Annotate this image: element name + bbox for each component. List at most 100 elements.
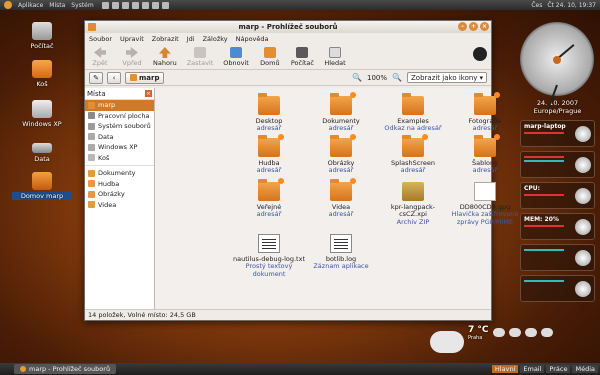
file-item-desktop[interactable]: Desktop adresář: [233, 93, 305, 133]
search-button[interactable]: Hledat: [324, 47, 346, 67]
file-type: Záznam aplikace: [313, 262, 369, 271]
workspace-main[interactable]: Hlavní: [491, 365, 519, 373]
file-view[interactable]: Desktop adresář Dokumenty adresář Exampl…: [155, 88, 518, 309]
maximize-button[interactable]: +: [469, 22, 478, 31]
emblem-icon: [494, 134, 500, 140]
desktop-icon-label: Počítač: [30, 42, 54, 50]
menu-view[interactable]: Zobrazit: [152, 35, 179, 43]
bottom-panel: marp - Prohlížeč souborů Hlavní Email Pr…: [0, 363, 600, 375]
panel-clock[interactable]: Čt 24. 10, 19:37: [547, 2, 596, 9]
view-mode-select[interactable]: Zobrazit jako ikony ▾: [407, 72, 487, 83]
network-icon: [575, 249, 591, 266]
drive-icon: [32, 100, 52, 118]
launcher-browser-icon[interactable]: [101, 1, 109, 9]
file-type: adresář: [328, 124, 354, 133]
zoom-in-icon[interactable]: 🔍: [392, 73, 402, 82]
menu-bookmarks[interactable]: Záložky: [203, 35, 228, 43]
workspace-email[interactable]: Email: [520, 365, 545, 373]
keyboard-layout[interactable]: Čes: [531, 2, 542, 9]
file-manager-icon: [20, 366, 26, 372]
sidebar-item-videos[interactable]: Videa: [85, 200, 154, 211]
forward-button[interactable]: Vpřed: [121, 47, 143, 67]
launcher-office-icon[interactable]: [131, 1, 139, 9]
sidebar-item-trash[interactable]: Koš: [85, 153, 154, 164]
file-item-dokumenty[interactable]: Dokumenty adresář: [305, 92, 377, 133]
desktop-icon-computer[interactable]: Počítač: [12, 22, 72, 50]
crumb-left-button[interactable]: ‹: [107, 71, 121, 84]
up-button[interactable]: Nahoru: [153, 47, 177, 67]
timezone-text: Europe/Prague: [533, 107, 582, 116]
workspace-work[interactable]: Práce: [546, 365, 571, 373]
sidebar-item-marp[interactable]: marp: [85, 100, 154, 111]
sidebar-item-label: Obrázky: [98, 190, 125, 199]
sidebar-item-documents[interactable]: Dokumenty: [85, 168, 154, 179]
menu-places[interactable]: Místa: [49, 2, 65, 9]
sidebar-item-pictures[interactable]: Obrázky: [85, 189, 154, 200]
titlebar[interactable]: marp - Prohlížeč souborů – + ×: [85, 21, 491, 33]
file-item-fotografie[interactable]: Fotografie adresář: [449, 92, 521, 133]
breadcrumb-home[interactable]: marp: [125, 71, 165, 84]
close-sidebar-icon[interactable]: ×: [145, 90, 152, 97]
usage-bar: [524, 193, 565, 196]
launcher-chat-icon[interactable]: [151, 1, 159, 9]
menu-file[interactable]: Soubor: [89, 35, 112, 43]
file-name: kpr-langpack-csCZ.xpi: [390, 203, 436, 219]
memory-icon: [575, 218, 591, 235]
ubuntu-logo-icon[interactable]: [4, 1, 12, 9]
file-type: Odkaz na adresář: [384, 124, 442, 133]
desktop-icon-trash[interactable]: Koš: [12, 60, 72, 88]
sidebar-header[interactable]: Místa ×: [85, 88, 154, 100]
file-item-hudba[interactable]: Hudba adresář: [233, 134, 305, 175]
file-item-videa[interactable]: Videa adresář: [305, 178, 377, 219]
desktop-icon-windows-xp[interactable]: Windows XP: [12, 100, 72, 128]
date-widget: 24. 10. 2007 Europe/Prague: [520, 99, 595, 116]
menu-go[interactable]: Jdi: [187, 35, 195, 43]
menu-system[interactable]: Systém: [71, 2, 93, 9]
emblem-icon: [422, 134, 428, 140]
launcher-editor-icon[interactable]: [141, 1, 149, 9]
file-item-verejne[interactable]: Veřejné adresář: [233, 178, 305, 219]
home-button[interactable]: Domů: [259, 47, 281, 67]
file-type: Prostý textový dokument: [245, 262, 293, 278]
file-item-examples[interactable]: Examples Odkaz na adresář: [377, 93, 449, 133]
sidebar-item-music[interactable]: Hudba: [85, 179, 154, 190]
stop-button[interactable]: Zastavit: [186, 47, 214, 67]
file-item-obrazky[interactable]: Obrázky adresář: [305, 134, 377, 175]
menu-applications[interactable]: Aplikace: [18, 2, 43, 9]
launcher-mail-icon[interactable]: [111, 1, 119, 9]
menu-help[interactable]: Nápověda: [236, 35, 269, 43]
taskbar-window-button[interactable]: marp - Prohlížeč souborů: [14, 364, 117, 374]
computer-button[interactable]: Počítač: [291, 47, 314, 67]
launcher-terminal-icon[interactable]: [121, 1, 129, 9]
desktop-icon-data[interactable]: Data: [12, 135, 72, 163]
desktop-widgets: 24. 10. 2007 Europe/Prague marp-laptop C…: [520, 22, 595, 302]
sidebar-item-data[interactable]: Data: [85, 132, 154, 143]
desktop-icon-home[interactable]: Domov marp: [12, 172, 72, 200]
folder-icon: [402, 134, 428, 157]
sidebar-item-filesystem[interactable]: Systém souborů: [85, 121, 154, 132]
workspace-media[interactable]: Média: [572, 365, 598, 373]
file-item-gpg[interactable]: DD800CD8.gpg Hlavička zašifrované zprávy…: [449, 182, 521, 226]
reload-button[interactable]: Obnovit: [223, 47, 249, 67]
computer-label: Počítač: [290, 59, 314, 67]
file-item-sablony[interactable]: Šablony adresář: [449, 134, 521, 175]
sidebar-item-windows-xp[interactable]: Windows XP: [85, 142, 154, 153]
file-item-langpack[interactable]: kpr-langpack-csCZ.xpi Archiv ZIP: [377, 182, 449, 226]
close-button[interactable]: ×: [480, 22, 489, 31]
stop-label: Zastavit: [186, 59, 214, 67]
text-file-icon: [330, 234, 352, 253]
file-item-splashscreen[interactable]: SplashScreen adresář: [377, 134, 449, 175]
minimize-button[interactable]: –: [458, 22, 467, 31]
up-arrow-icon: [158, 47, 171, 58]
zoom-out-icon[interactable]: 🔍: [352, 73, 362, 82]
sidebar-item-desktop[interactable]: Pracovní plocha: [85, 111, 154, 122]
usage-bar: [524, 155, 565, 158]
file-item-nautilus-log[interactable]: nautilus-debug-log.txt Prostý textový do…: [233, 234, 305, 278]
location-toggle-button[interactable]: ✎: [89, 71, 103, 84]
file-manager-window: marp - Prohlížeč souborů – + × Soubor Up…: [84, 20, 518, 321]
file-item-botlib[interactable]: botlib.log Záznam aplikace: [305, 234, 377, 271]
folder-icon: [474, 92, 500, 115]
menu-edit[interactable]: Upravit: [120, 35, 144, 43]
launcher-media-icon[interactable]: [161, 1, 169, 9]
back-button[interactable]: Zpět: [89, 47, 111, 67]
